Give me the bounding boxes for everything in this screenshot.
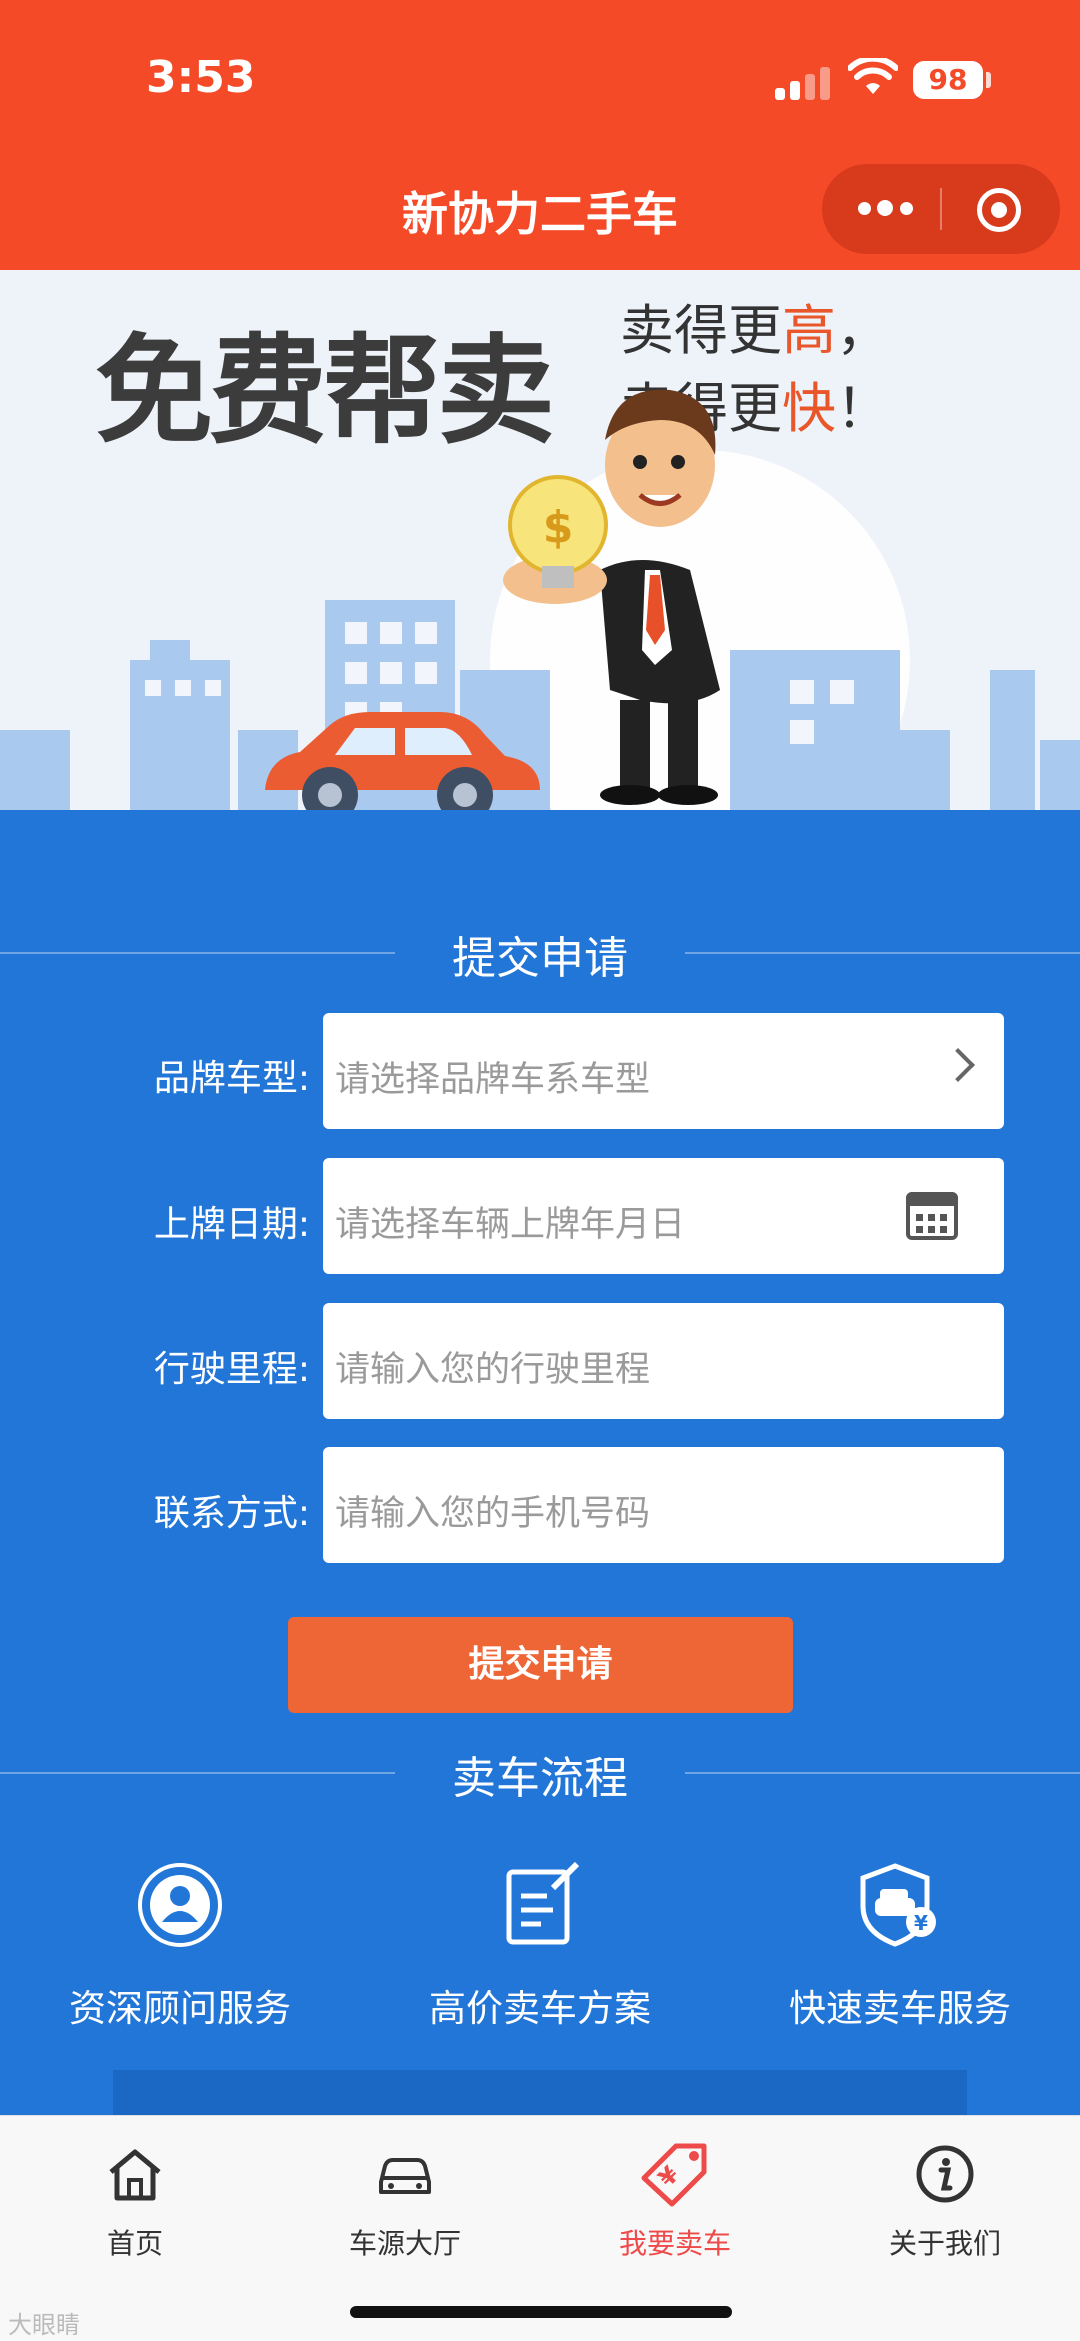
- brand-model-placeholder: 请选择品牌车系车型: [335, 1060, 651, 1100]
- content-card: [113, 2070, 967, 2120]
- watermark: 大眼睛: [8, 2311, 80, 2339]
- battery-indicator: 98: [913, 61, 983, 99]
- car-icon: [379, 2158, 431, 2194]
- price-tag-icon: ¥: [641, 2143, 707, 2207]
- submit-application-button[interactable]: 提交申请: [288, 1617, 793, 1713]
- form-section-title: 提交申请: [0, 922, 1080, 984]
- tab-sell-car[interactable]: ¥ 我要卖车: [540, 2136, 810, 2262]
- tab-label: 我要卖车: [618, 2227, 731, 2260]
- process-section-title: 卖车流程: [0, 1742, 1080, 1804]
- home-indicator: [350, 2306, 732, 2318]
- wifi-icon: [848, 58, 898, 94]
- contact-label: 联系方式:: [153, 1493, 310, 1534]
- calendar-icon[interactable]: [906, 1192, 958, 1240]
- tab-about-us[interactable]: 关于我们: [810, 2136, 1080, 2262]
- process-label: 高价卖车方案: [429, 1987, 651, 2030]
- mini-program-capsule: [822, 164, 1060, 254]
- tab-label: 首页: [106, 2227, 163, 2260]
- tab-label: 关于我们: [888, 2227, 1001, 2260]
- registration-date-label: 上牌日期:: [153, 1204, 310, 1245]
- process-label: 资深顾问服务: [69, 1987, 291, 2030]
- tab-home[interactable]: 首页: [0, 2136, 270, 2262]
- more-menu-button[interactable]: [822, 164, 940, 254]
- phone-input[interactable]: 请输入您的手机号码: [323, 1447, 1004, 1563]
- home-icon: [109, 2149, 161, 2201]
- brand-model-select[interactable]: 请选择品牌车系车型: [323, 1013, 1004, 1129]
- phone-placeholder: 请输入您的手机号码: [335, 1494, 651, 1534]
- tab-car-hall[interactable]: 车源大厅: [270, 2136, 540, 2262]
- mileage-input[interactable]: 请输入您的行驶里程: [323, 1303, 1004, 1419]
- process-item-plan: 高价卖车方案: [360, 1860, 720, 2032]
- status-time: 3:53: [146, 52, 256, 103]
- registration-date-picker[interactable]: 请选择车辆上牌年月日: [323, 1158, 1004, 1274]
- mileage-placeholder: 请输入您的行驶里程: [335, 1350, 651, 1390]
- battery-tip: [986, 72, 991, 88]
- registration-date-placeholder: 请选择车辆上牌年月日: [335, 1205, 686, 1245]
- header-bar: 3:53 98 新协力二手车: [0, 0, 1080, 270]
- svg-text:$: $: [543, 502, 574, 553]
- tab-label: 车源大厅: [348, 2227, 461, 2260]
- close-mini-program-icon[interactable]: [977, 188, 1021, 232]
- process-item-advisor: 资深顾问服务: [0, 1860, 360, 2032]
- edit-plan-icon: [506, 1861, 580, 1945]
- signal-icon: [775, 66, 831, 100]
- capsule-divider: [940, 188, 942, 230]
- advisor-icon: [138, 1863, 222, 1947]
- svg-text:¥: ¥: [914, 1911, 928, 1935]
- car-shield-icon: ¥: [860, 1863, 936, 1947]
- chevron-right-icon: [941, 1048, 975, 1082]
- process-item-fast-sale: ¥ 快速卖车服务: [720, 1860, 1080, 2032]
- process-label: 快速卖车服务: [789, 1987, 1011, 2030]
- sell-banner: 免费帮卖 卖得更高， 卖得更快！: [0, 270, 1080, 810]
- banner-illustration: $: [0, 389, 1080, 810]
- info-icon: [916, 2145, 974, 2203]
- mileage-label: 行驶里程:: [153, 1349, 310, 1390]
- brand-model-label: 品牌车型:: [153, 1058, 310, 1099]
